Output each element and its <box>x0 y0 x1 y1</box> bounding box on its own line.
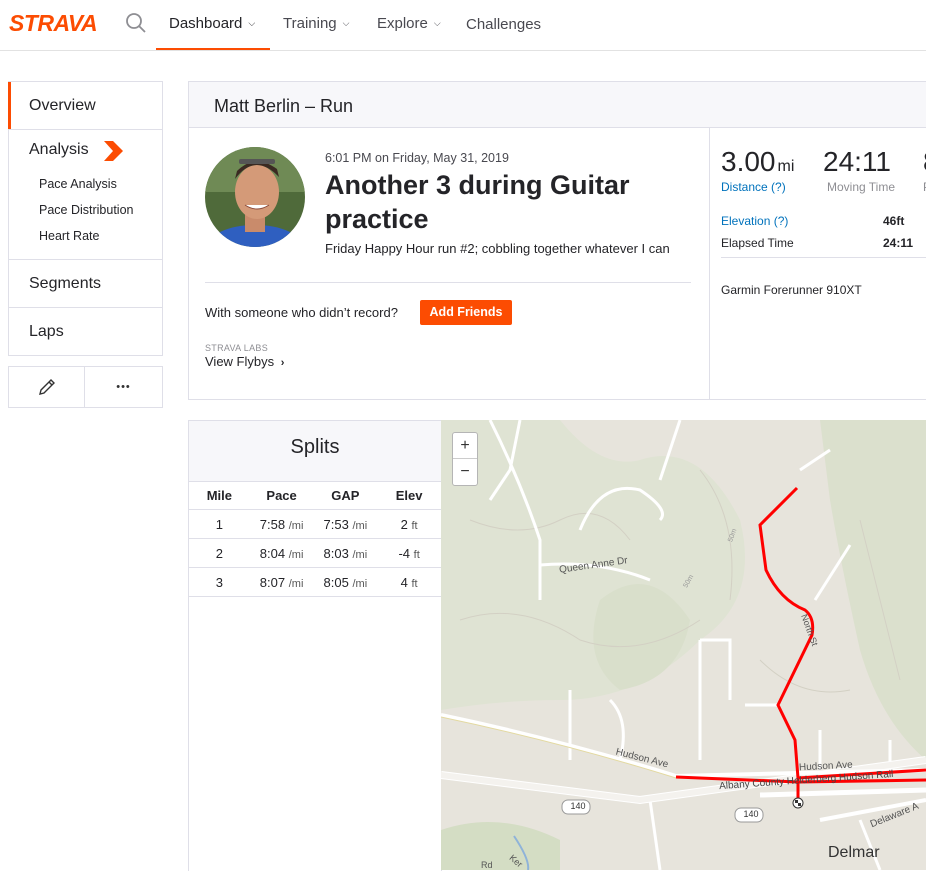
activity-header: Matt Berlin – Run <box>189 82 926 128</box>
pencil-icon <box>39 379 55 395</box>
nav-dashboard[interactable]: Dashboard ⌵ <box>169 15 255 32</box>
split-elev: 4 ft <box>377 567 441 597</box>
column-header[interactable]: Mile <box>189 481 250 510</box>
ellipsis-icon: ••• <box>116 381 131 393</box>
split-mile: 1 <box>189 509 250 539</box>
strava-logo[interactable]: STRAVA <box>9 10 98 37</box>
finish-flag-icon <box>792 797 804 809</box>
split-mile: 2 <box>189 538 250 568</box>
sidebar-item-laps[interactable]: Laps <box>9 308 162 356</box>
activity-datetime: 6:01 PM on Friday, May 31, 2019 <box>325 151 509 165</box>
chevron-down-icon: ⌵ <box>342 18 350 28</box>
device-name: Garmin Forerunner 910XT <box>721 283 862 297</box>
add-friends-button[interactable]: Add Friends <box>420 300 512 325</box>
table-row: 1 7:58 /mi 7:53 /mi 2 ft <box>189 509 441 539</box>
splits-table: Mile Pace GAP Elev 1 7:58 /mi 7:53 /mi 2… <box>189 481 441 597</box>
map-label-rd: Rd <box>481 860 493 870</box>
top-nav: STRAVA Dashboard ⌵ Training ⌵ Explore ⌵ Cha… <box>0 0 926 51</box>
elevation-value: 46ft <box>883 214 905 228</box>
sidebar-item-label: Segments <box>29 275 102 292</box>
table-row: 3 8:07 /mi 8:05 /mi 4 ft <box>189 567 441 597</box>
split-pace: 8:04 /mi <box>249 538 314 568</box>
table-header-row: Mile Pace GAP Elev <box>189 481 441 510</box>
avatar[interactable] <box>205 147 305 247</box>
chevron-down-icon: ⌵ <box>248 18 256 28</box>
zoom-out-button[interactable]: − <box>453 459 477 484</box>
nav-training[interactable]: Training ⌵ <box>283 15 349 32</box>
zoom-control: + − <box>452 432 478 486</box>
elapsed-time-value: 24:11 <box>883 236 914 250</box>
activity-description: Friday Happy Hour run #2; cobbling toget… <box>325 241 670 256</box>
column-header[interactable]: Pace <box>249 481 314 510</box>
nav-active-indicator <box>156 48 270 50</box>
split-gap: 8:03 /mi <box>313 538 378 568</box>
sidebar-item-segments[interactable]: Segments <box>9 260 162 308</box>
split-elev: -4 ft <box>377 538 441 568</box>
activity-summary-card: Matt Berlin – Run 6:01 PM on Friday, May… <box>188 81 926 400</box>
strava-labs-label: STRAVA LABS <box>205 343 268 353</box>
sidebar-item-analysis[interactable]: Analysis Pace Analysis Pace Distribution… <box>9 130 162 260</box>
sidebar-item-overview[interactable]: Overview <box>8 82 162 130</box>
split-elev: 2 ft <box>377 509 441 539</box>
split-mile: 3 <box>189 567 250 597</box>
more-options-button[interactable]: ••• <box>84 366 163 408</box>
athlete-activity-heading: Matt Berlin – Run <box>214 96 354 116</box>
sidebar-sub-pace-distribution[interactable]: Pace Distribution <box>39 203 134 217</box>
table-row: 2 8:04 /mi 8:03 /mi -4 ft <box>189 538 441 568</box>
zoom-in-button[interactable]: + <box>453 433 477 459</box>
moving-time-stat: 24:11 <box>823 146 891 177</box>
nav-challenges[interactable]: Challenges <box>466 16 541 33</box>
nav-explore[interactable]: Explore ⌵ <box>377 15 441 32</box>
chevron-down-icon: ⌵ <box>433 18 441 28</box>
sidebar-item-label: Laps <box>29 323 64 340</box>
column-header[interactable]: GAP <box>313 481 378 510</box>
route-map[interactable]: Queen Anne Dr North St Hudson Ave Hudson… <box>441 420 926 870</box>
split-pace: 8:07 /mi <box>249 567 314 597</box>
edit-button[interactable] <box>8 366 86 408</box>
chevron-right-icon: › <box>280 357 285 369</box>
sidebar-item-label: Overview <box>29 97 96 114</box>
view-flybys-link[interactable]: View Flybys › <box>205 354 284 369</box>
split-pace: 7:58 /mi <box>249 509 314 539</box>
add-friends-prompt: With someone who didn’t record? <box>205 305 398 320</box>
active-indicator <box>8 82 11 129</box>
distance-stat: 3.00 mi <box>721 146 795 177</box>
route-shield-140: 140 <box>743 809 759 819</box>
map-canvas <box>441 420 926 870</box>
sidebar-sub-heart-rate[interactable]: Heart Rate <box>39 229 99 243</box>
search-icon[interactable] <box>125 12 147 34</box>
splits-panel: Splits Mile Pace GAP Elev 1 7:58 /mi 7:5… <box>188 420 442 871</box>
moving-time-label: Moving Time <box>827 180 896 194</box>
sidebar-sub-pace-analysis[interactable]: Pace Analysis <box>39 177 117 191</box>
activity-title: Another 3 during Guitar practice <box>325 170 630 234</box>
divider <box>205 282 691 283</box>
sidebar-nav: Overview Analysis Pace Analysis Pace Dis… <box>8 81 163 356</box>
sidebar-item-label: Analysis <box>29 141 89 158</box>
premium-chevron-icon <box>104 141 123 161</box>
divider <box>721 257 926 258</box>
elapsed-time-label: Elapsed Time <box>721 236 794 250</box>
splits-title: Splits <box>290 436 340 458</box>
elevation-label[interactable]: Elevation (?) <box>721 214 788 228</box>
stats-divider <box>709 127 710 399</box>
splits-header: Splits <box>189 421 441 482</box>
route-shield-140: 140 <box>570 801 586 811</box>
map-label-delmar: Delmar <box>828 844 880 861</box>
split-gap: 7:53 /mi <box>313 509 378 539</box>
split-gap: 8:05 /mi <box>313 567 378 597</box>
distance-label[interactable]: Distance (?) <box>721 180 786 194</box>
column-header[interactable]: Elev <box>377 481 441 510</box>
